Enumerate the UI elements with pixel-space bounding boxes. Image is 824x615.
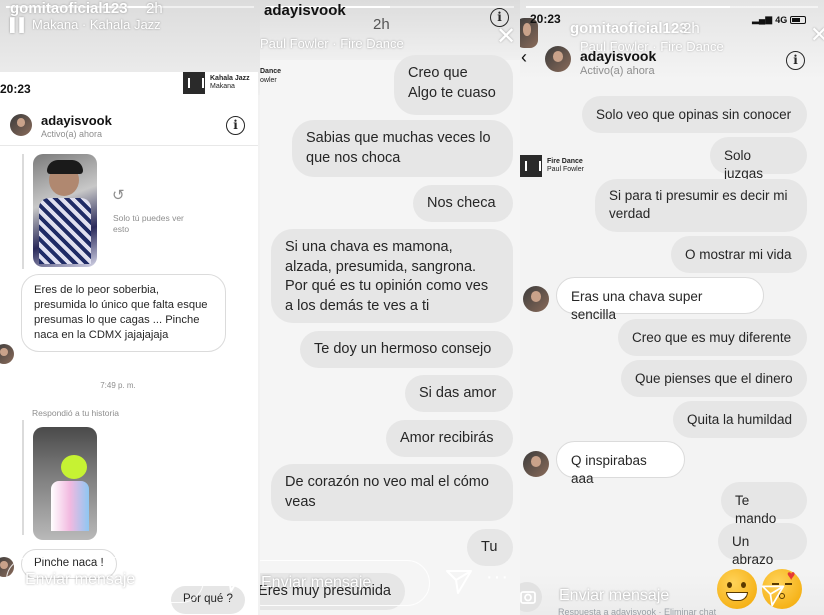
status-clock: 20:23: [530, 12, 561, 26]
message-sent[interactable]: Si para ti presumir es decir mi verdad: [595, 179, 807, 232]
signal-icon: ▂▄▆: [752, 14, 773, 24]
music-sticker: Fire Dance Paul Fowler: [520, 155, 584, 177]
message-sent[interactable]: O mostrar mi vida: [671, 236, 807, 273]
message-sent[interactable]: Sabias que muchas veces lo que nos choca: [292, 120, 513, 177]
dm-screenshot: 20:23 Kahala Jazz Makana adayisvook Activ…: [0, 72, 258, 615]
music-thumb: [183, 72, 205, 94]
message-sent[interactable]: Nos checa: [413, 185, 513, 222]
send-message-input[interactable]: Enviar mensaje: [559, 587, 669, 605]
music-artist: Makana: [210, 83, 235, 90]
only-you-note: Solo tú puedes ver esto: [113, 213, 184, 235]
message-sent[interactable]: Creo que es muy diferente: [618, 319, 807, 356]
divider: [0, 145, 258, 146]
story-panel-3: 20:23 gomitaoficial123 2h ▂▄▆ 4G ✕ ‹ Pau…: [520, 0, 824, 615]
story-time: 2h: [683, 20, 700, 37]
contact-status: Activo(a) ahora: [41, 129, 103, 139]
message-received[interactable]: Q inspirabas aaa: [556, 441, 685, 486]
footer-hint: Respuesta a adayisvook · Eliminar chat: [558, 607, 717, 615]
close-icon[interactable]: ✕: [496, 22, 516, 51]
contact-status: Activo(a) ahora: [580, 65, 655, 77]
camera-icon[interactable]: [520, 582, 542, 612]
contact-avatar[interactable]: [10, 114, 32, 136]
message-sent[interactable]: Tu: [467, 529, 513, 566]
music-artist: Paul Fowler: [547, 166, 584, 173]
network-type: 4G: [775, 14, 788, 25]
more-icon[interactable]: ···: [486, 566, 509, 589]
message-received[interactable]: Eras una chava super sencilla: [556, 277, 764, 322]
message-received[interactable]: Eres de lo peor soberbia, presumida lo ú…: [21, 274, 226, 353]
replied-story-image[interactable]: [33, 427, 97, 540]
message-sent[interactable]: Un abrazo: [718, 523, 807, 567]
contact-avatar[interactable]: [545, 46, 571, 72]
contact-name[interactable]: adayisvook: [41, 113, 112, 128]
sender-avatar: [0, 344, 14, 364]
contact-name[interactable]: adayisvook: [580, 48, 656, 64]
reply-line: [22, 154, 24, 269]
message-sent[interactable]: Te doy un hermoso consejo: [300, 331, 513, 368]
story-music-label: Makana · Kahala Jazz: [32, 17, 161, 32]
send-message-input[interactable]: Enviar mensaje: [6, 557, 204, 603]
message-sent[interactable]: Quita la humildad: [673, 401, 807, 438]
story-time: 2h: [146, 0, 163, 17]
music-title: Kahala Jazz: [210, 74, 250, 82]
emoji-grin-icon[interactable]: [717, 569, 757, 609]
message-sent[interactable]: De corazón no veo mal el cómo veas: [271, 464, 513, 521]
status-icons: ▂▄▆ 4G: [752, 14, 807, 25]
paper-plane-icon[interactable]: [444, 566, 474, 596]
chevron-left-icon[interactable]: ‹: [521, 47, 527, 68]
music-partial-artist: owler: [260, 77, 277, 85]
shared-story-image[interactable]: [33, 154, 97, 267]
story-username[interactable]: adayisvook: [264, 2, 346, 19]
music-thumb: [520, 155, 542, 177]
paper-plane-icon[interactable]: [217, 564, 247, 594]
paper-plane-icon[interactable]: [760, 582, 786, 608]
status-clock: 20:23: [0, 82, 31, 96]
story-panel-1: gomitaoficial123 2h ▌▌ Makana · Kahala J…: [0, 0, 260, 615]
music-sticker: Kahala Jazz Makana: [183, 72, 250, 94]
story-music: ▌▌ Makana · Kahala Jazz: [10, 17, 161, 32]
music-title: Fire Dance: [547, 157, 583, 165]
message-sent[interactable]: Creo que Algo te cuaso: [394, 55, 513, 115]
reply-line: [22, 420, 24, 535]
info-icon[interactable]: i: [226, 116, 245, 135]
replied-label: Respondió a tu historia: [32, 408, 119, 418]
message-sent[interactable]: Te mando: [721, 482, 807, 526]
story-panel-2: adayisvook 2h Paul Fowler · Fire Dance i…: [260, 0, 520, 615]
message-sent[interactable]: Amor recibirás: [386, 420, 513, 457]
music-sticker-partial: Dance owler: [260, 67, 281, 85]
message-sent[interactable]: Solo veo que opinas sin conocer: [582, 96, 807, 133]
music-note-icon: ▌▌: [10, 17, 29, 32]
message-sent[interactable]: Si das amor: [405, 375, 513, 412]
info-icon[interactable]: i: [786, 51, 805, 70]
music-partial-title: Dance: [260, 68, 282, 75]
close-icon[interactable]: ✕: [810, 22, 824, 48]
story-username[interactable]: gomitaoficial123: [10, 0, 128, 17]
send-message-input[interactable]: Enviar mensaje: [260, 560, 430, 606]
history-icon: ↺: [112, 187, 125, 204]
sender-avatar: [523, 451, 549, 477]
story-username[interactable]: gomitaoficial123: [570, 20, 688, 37]
story-progress: [526, 6, 818, 8]
message-sent[interactable]: Que pienses que el dinero: [621, 360, 807, 397]
sender-avatar: [523, 286, 549, 312]
message-sent[interactable]: Solo juzgas: [710, 137, 807, 181]
message-timestamp: 7:49 p. m.: [100, 381, 136, 390]
battery-icon: [790, 15, 807, 24]
story-music: Paul Fowler · Fire Dance: [260, 36, 404, 51]
message-sent[interactable]: Si una chava es mamona, alzada, presumid…: [271, 229, 513, 323]
story-time: 2h: [373, 16, 390, 33]
